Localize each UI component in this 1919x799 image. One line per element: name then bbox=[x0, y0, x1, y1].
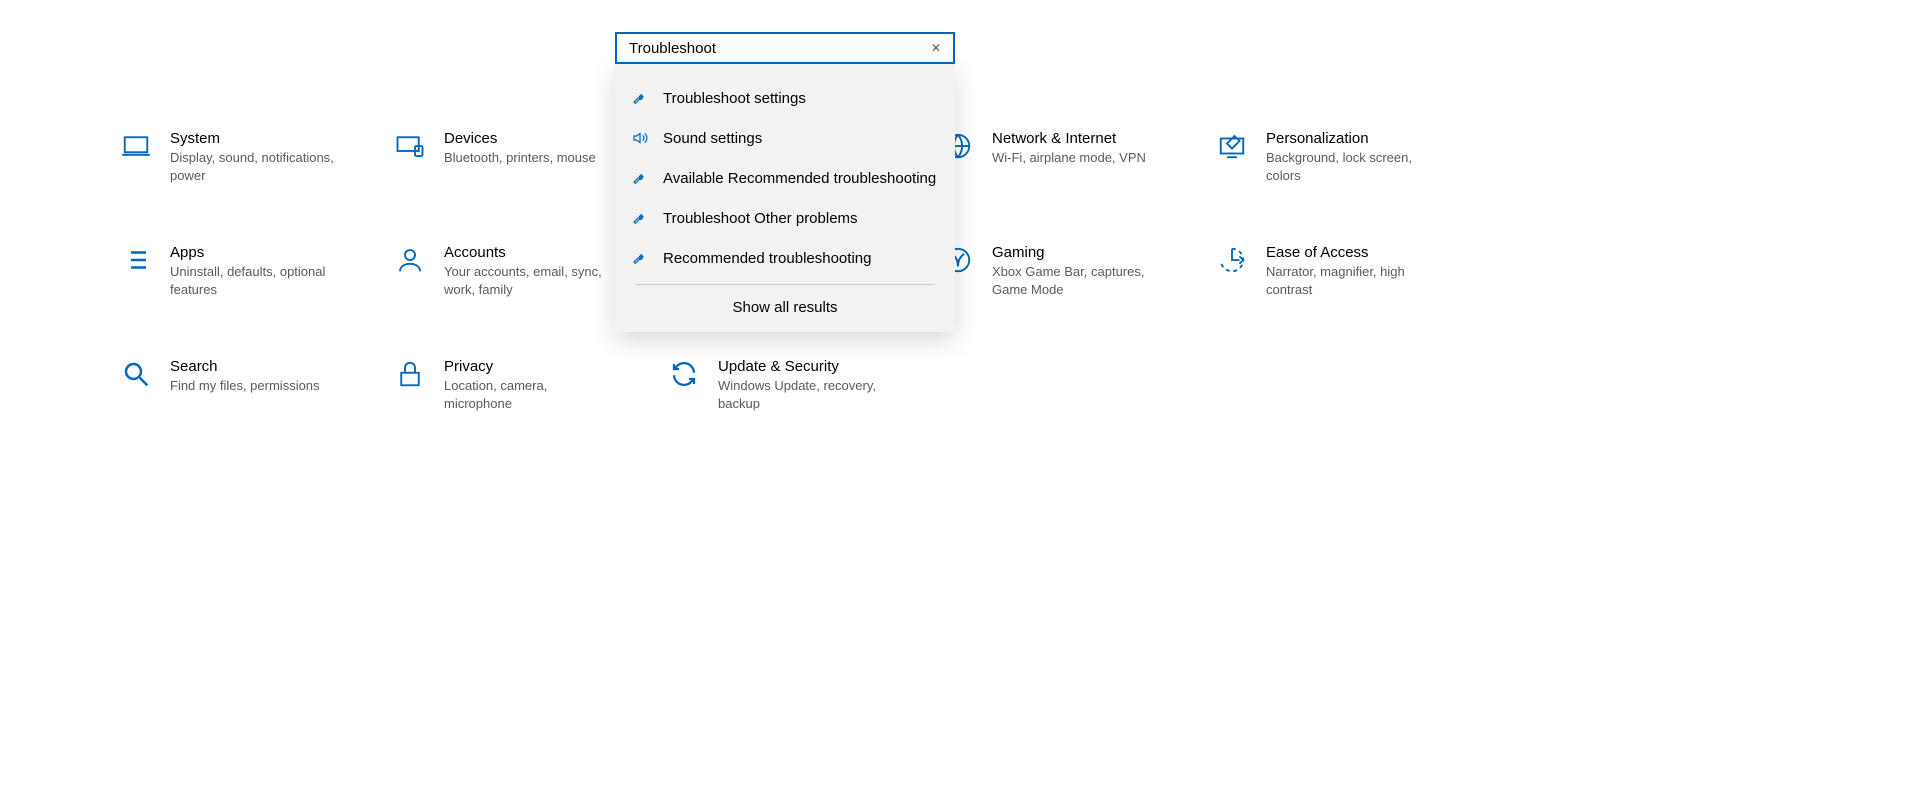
category-devices[interactable]: Devices Bluetooth, printers, mouse bbox=[394, 130, 648, 184]
category-title: Network & Internet bbox=[992, 130, 1156, 147]
category-title: Gaming bbox=[992, 244, 1156, 261]
category-desc: Uninstall, defaults, optional features bbox=[170, 263, 334, 298]
category-title: Personalization bbox=[1266, 130, 1430, 147]
category-desc: Bluetooth, printers, mouse bbox=[444, 149, 608, 167]
category-desc: Xbox Game Bar, captures, Game Mode bbox=[992, 263, 1156, 298]
category-title: Privacy bbox=[444, 358, 608, 375]
search-suggestions: Troubleshoot settings Sound settings Ava… bbox=[615, 64, 955, 332]
category-title: Update & Security bbox=[718, 358, 882, 375]
wrench-icon bbox=[631, 209, 649, 227]
category-apps[interactable]: Apps Uninstall, defaults, optional featu… bbox=[120, 244, 374, 298]
category-desc: Wi-Fi, airplane mode, VPN bbox=[992, 149, 1156, 167]
category-system[interactable]: System Display, sound, notifications, po… bbox=[120, 130, 374, 184]
search-panel: Troubleshoot settings Sound settings Ava… bbox=[615, 32, 955, 332]
category-title: System bbox=[170, 130, 334, 147]
category-desc: Narrator, magnifier, high contrast bbox=[1266, 263, 1430, 298]
suggestion-label: Sound settings bbox=[663, 130, 762, 147]
category-desc: Find my files, permissions bbox=[170, 377, 334, 395]
update-sync-icon bbox=[668, 358, 700, 390]
category-search[interactable]: Search Find my files, permissions bbox=[120, 358, 374, 412]
wrench-icon bbox=[631, 249, 649, 267]
wrench-icon bbox=[631, 89, 649, 107]
ease-of-access-icon bbox=[1216, 244, 1248, 276]
suggestion-available-recommended-troubleshooting[interactable]: Available Recommended troubleshooting bbox=[615, 158, 955, 198]
search-box[interactable] bbox=[615, 32, 955, 64]
category-title: Search bbox=[170, 358, 334, 375]
person-icon bbox=[394, 244, 426, 276]
category-title: Apps bbox=[170, 244, 334, 261]
category-desc: Background, lock screen, colors bbox=[1266, 149, 1430, 184]
category-title: Ease of Access bbox=[1266, 244, 1430, 261]
suggestion-sound-settings[interactable]: Sound settings bbox=[615, 118, 955, 158]
clear-search-icon[interactable] bbox=[927, 39, 945, 57]
category-privacy[interactable]: Privacy Location, camera, microphone bbox=[394, 358, 648, 412]
category-gaming[interactable]: Gaming Xbox Game Bar, captures, Game Mod… bbox=[942, 244, 1196, 298]
suggestion-label: Recommended troubleshooting bbox=[663, 250, 871, 267]
suggestion-label: Troubleshoot Other problems bbox=[663, 210, 858, 227]
category-desc: Display, sound, notifications, power bbox=[170, 149, 334, 184]
category-desc: Location, camera, microphone bbox=[444, 377, 608, 412]
category-ease-of-access[interactable]: Ease of Access Narrator, magnifier, high… bbox=[1216, 244, 1470, 298]
category-update-security[interactable]: Update & Security Windows Update, recove… bbox=[668, 358, 922, 412]
search-icon bbox=[120, 358, 152, 390]
search-input[interactable] bbox=[627, 39, 927, 58]
category-title: Devices bbox=[444, 130, 608, 147]
lock-icon bbox=[394, 358, 426, 390]
category-title: Accounts bbox=[444, 244, 608, 261]
show-all-results[interactable]: Show all results bbox=[615, 285, 955, 332]
suggestion-recommended-troubleshooting[interactable]: Recommended troubleshooting bbox=[615, 238, 955, 278]
category-desc: Your accounts, email, sync, work, family bbox=[444, 263, 608, 298]
category-network[interactable]: Network & Internet Wi-Fi, airplane mode,… bbox=[942, 130, 1196, 184]
category-desc: Windows Update, recovery, backup bbox=[718, 377, 882, 412]
apps-list-icon bbox=[120, 244, 152, 276]
category-personalization[interactable]: Personalization Background, lock screen,… bbox=[1216, 130, 1470, 184]
suggestion-label: Troubleshoot settings bbox=[663, 90, 806, 107]
suggestion-troubleshoot-settings[interactable]: Troubleshoot settings bbox=[615, 78, 955, 118]
pen-monitor-icon bbox=[1216, 130, 1248, 162]
suggestion-troubleshoot-other-problems[interactable]: Troubleshoot Other problems bbox=[615, 198, 955, 238]
keyboard-icon bbox=[394, 130, 426, 162]
suggestion-label: Available Recommended troubleshooting bbox=[663, 170, 936, 187]
laptop-icon bbox=[120, 130, 152, 162]
category-accounts[interactable]: Accounts Your accounts, email, sync, wor… bbox=[394, 244, 648, 298]
speaker-icon bbox=[631, 129, 649, 147]
wrench-icon bbox=[631, 169, 649, 187]
